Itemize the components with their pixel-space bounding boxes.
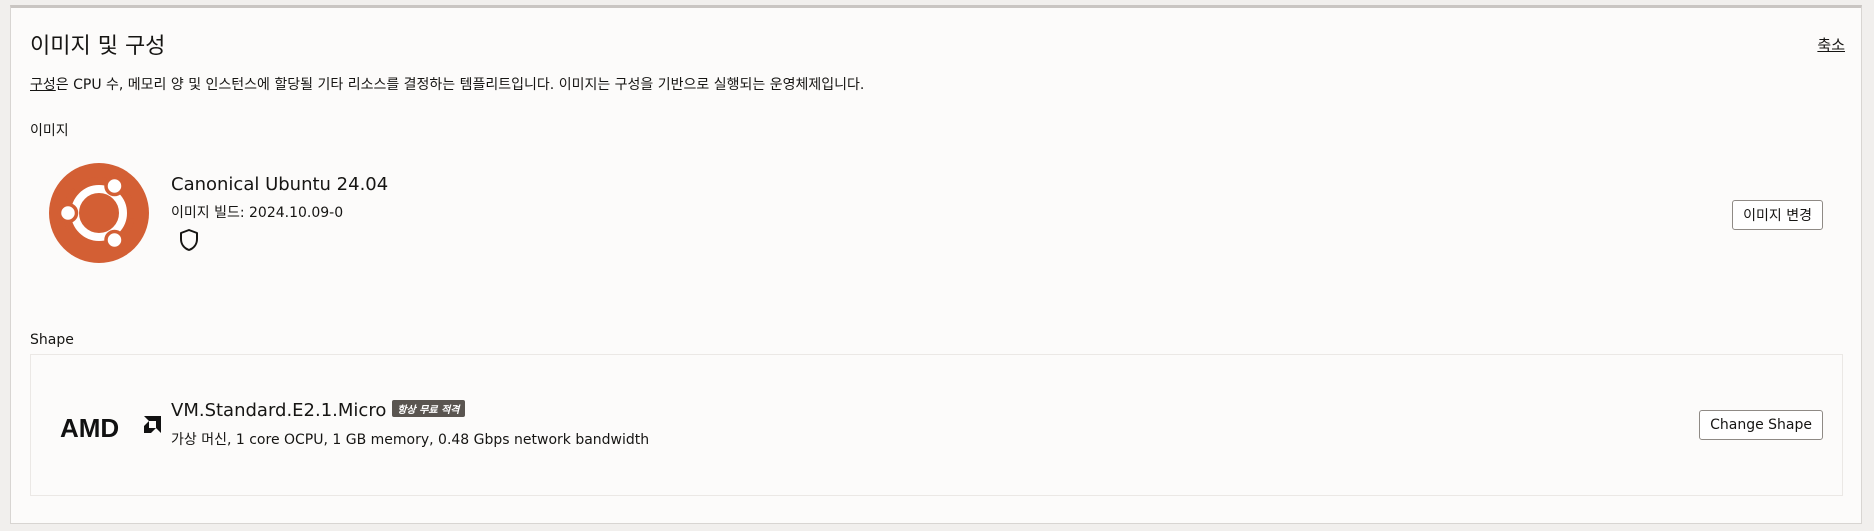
shield-icon — [180, 229, 198, 251]
description-text: 은 CPU 수, 메모리 양 및 인스턴스에 할당될 기타 리소스를 결정하는 … — [55, 77, 865, 93]
section-title: 이미지 및 구성 — [30, 34, 166, 59]
image-section-label: 이미지 — [30, 123, 69, 139]
shape-spec: 가상 머신, 1 core OCPU, 1 GB memory, 0.48 Gb… — [171, 432, 650, 448]
always-free-badge: 항상 무료 적격 — [392, 400, 465, 417]
section-description: 구성은 CPU 수, 메모리 양 및 인스턴스에 할당될 기타 리소스를 결정하… — [30, 74, 864, 94]
svg-text:AMD: AMD — [60, 413, 119, 441]
shape-help-link[interactable]: 구성 — [30, 77, 56, 93]
ubuntu-logo-icon — [49, 163, 149, 263]
amd-logo-icon: AMD — [60, 413, 161, 441]
change-image-button[interactable]: 이미지 변경 — [1732, 200, 1823, 230]
image-build: 이미지 빌드: 2024.10.09-0 — [171, 205, 344, 221]
shape-card — [30, 354, 1843, 496]
collapse-link[interactable]: 축소 — [1817, 34, 1845, 55]
shape-name-text: VM.Standard.E2.1.Micro — [171, 400, 387, 421]
shape-section-label: Shape — [30, 332, 74, 348]
image-name: Canonical Ubuntu 24.04 — [171, 174, 389, 195]
image-and-shape-panel: 이미지 및 구성 축소 구성은 CPU 수, 메모리 양 및 인스턴스에 할당될… — [10, 5, 1862, 524]
shape-name: VM.Standard.E2.1.Micro 항상 무료 적격 — [171, 400, 465, 421]
change-shape-button[interactable]: Change Shape — [1699, 410, 1823, 440]
